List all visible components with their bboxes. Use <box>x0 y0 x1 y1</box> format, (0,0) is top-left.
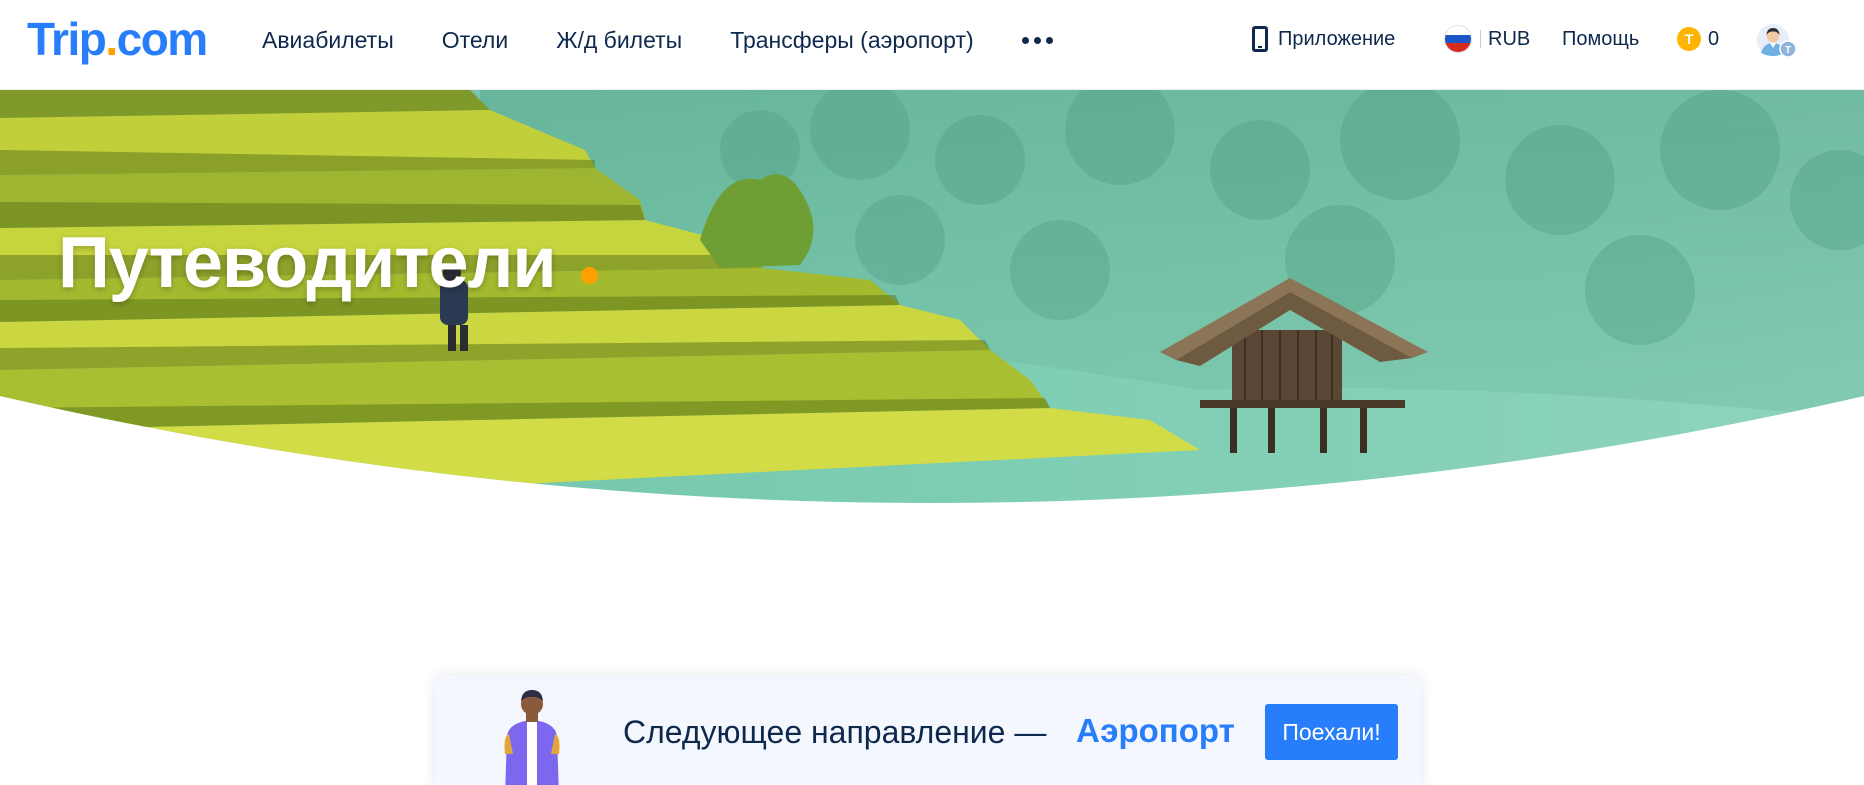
nav-item-trains[interactable]: Ж/д билеты <box>556 27 682 54</box>
currency-selector[interactable]: RUB <box>1444 25 1530 53</box>
trip-logo[interactable]: Trip.com <box>27 12 209 66</box>
svg-text:T: T <box>1785 45 1791 56</box>
logo-text-suffix: com <box>116 13 209 65</box>
russia-flag-icon <box>1444 25 1472 53</box>
phone-icon <box>1252 26 1268 52</box>
title-accent-dot <box>581 267 598 284</box>
app-download-link[interactable]: Приложение <box>1252 26 1395 52</box>
nav-item-flights[interactable]: Авиабилеты <box>262 27 394 54</box>
logo-text-main: Trip <box>27 13 107 65</box>
main-nav: Авиабилеты Отели Ж/д билеты Трансферы (а… <box>262 0 1053 80</box>
currency-label: RUB <box>1488 27 1531 50</box>
traveler-illustration <box>504 690 560 785</box>
more-dots-icon[interactable] <box>1021 31 1053 50</box>
app-label: Приложение <box>1278 27 1396 50</box>
help-label: Помощь <box>1562 28 1640 50</box>
promo-destination-link[interactable]: Аэропорт <box>1076 712 1235 750</box>
logo-dot: . <box>105 13 118 65</box>
top-header: Trip.com Авиабилеты Отели Ж/д билеты Тра… <box>0 0 1864 90</box>
hero-banner: Путеводители <box>0 90 1864 510</box>
divider <box>1480 30 1481 48</box>
promo-text: Следующее направление — <box>623 714 1047 750</box>
coins-count: 0 <box>1708 27 1720 50</box>
trip-coins[interactable]: T 0 <box>1677 27 1719 51</box>
user-avatar[interactable]: T <box>1756 22 1798 60</box>
nav-item-transfers[interactable]: Трансферы (аэропорт) <box>730 27 973 54</box>
go-button[interactable]: Поехали! <box>1265 704 1398 760</box>
nav-item-hotels[interactable]: Отели <box>442 27 508 54</box>
coin-icon: T <box>1677 27 1701 51</box>
page-title: Путеводители <box>58 223 557 303</box>
next-destination-banner: Следующее направление — Аэропорт Поехали… <box>435 676 1421 785</box>
help-link[interactable]: Помощь <box>1562 28 1639 51</box>
